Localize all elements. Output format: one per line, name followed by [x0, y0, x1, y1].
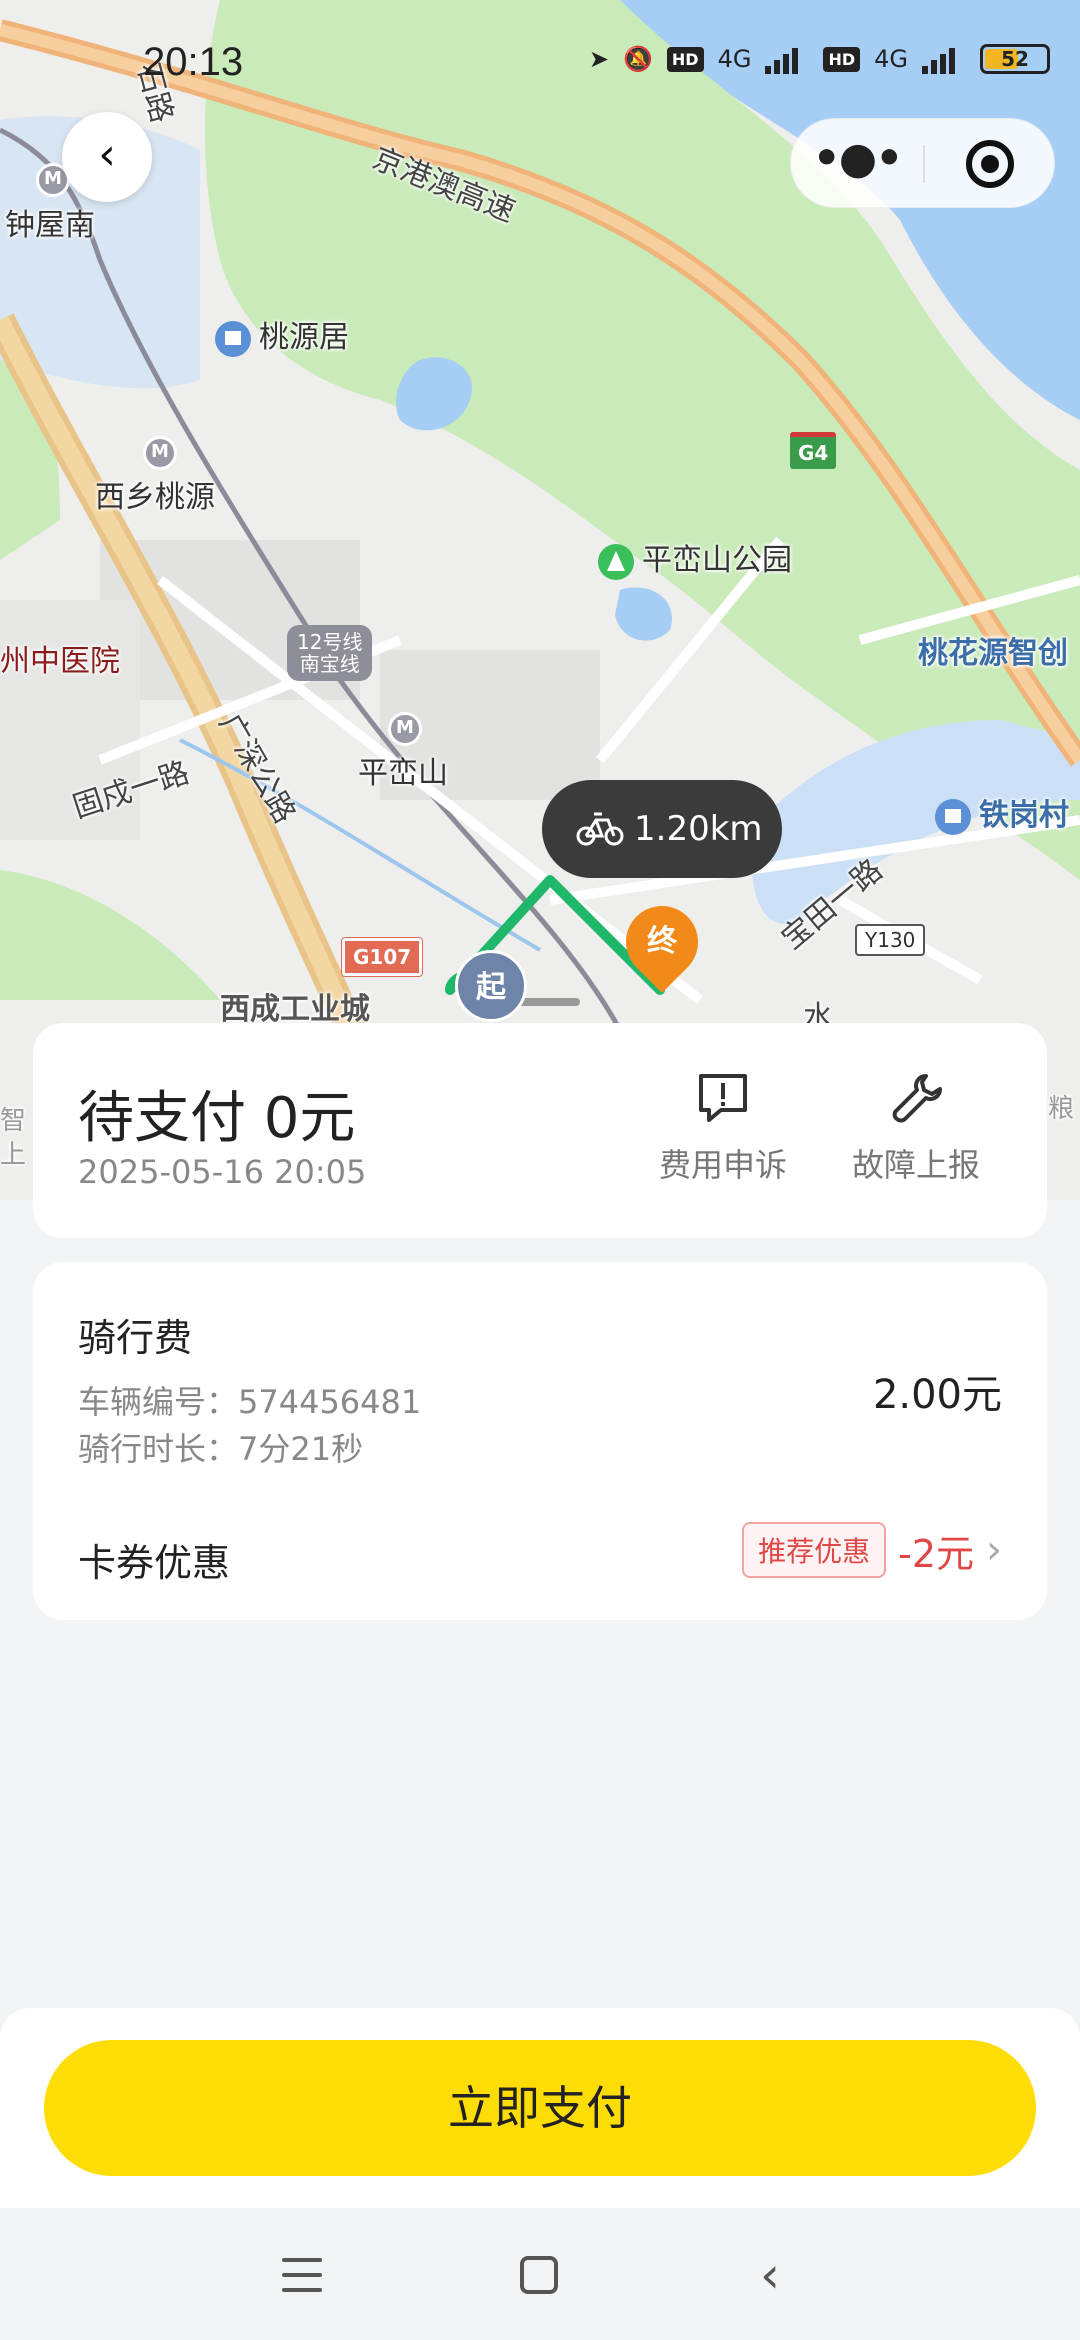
- map-label-xixiangtaoyuan: 西乡桃源: [95, 480, 215, 515]
- pay-now-button[interactable]: 立即支付: [44, 2040, 1036, 2176]
- map-label-taoyuanju: 桃源居: [215, 312, 349, 357]
- start-marker: 起: [455, 950, 527, 1022]
- hd-icon: HD: [666, 46, 704, 72]
- house-icon: [935, 798, 971, 835]
- fee-appeal-button[interactable]: 费用申诉: [653, 1068, 793, 1186]
- status-time: 20:13: [143, 40, 244, 84]
- mini-program-capsule[interactable]: •●•: [790, 118, 1055, 208]
- capsule-divider: [923, 145, 925, 183]
- ride-fee-title: 骑行费: [78, 1316, 193, 1360]
- map-label-edge-left-1: 智: [0, 1106, 27, 1136]
- map-label-edge-left-2: 上: [0, 1140, 27, 1170]
- distance-bubble: 1.20km: [542, 780, 782, 878]
- fault-report-label: 故障上报: [851, 1146, 980, 1184]
- target-icon[interactable]: [966, 140, 1014, 188]
- park-icon: [598, 543, 634, 580]
- ride-duration: 骑行时长：7分21秒: [78, 1430, 364, 1468]
- back-icon[interactable]: ‹: [760, 2246, 780, 2304]
- back-arrow-icon: ‹: [98, 129, 116, 180]
- recommended-discount-badge: 推荐优惠: [742, 1522, 887, 1578]
- alert-message-icon: [699, 1074, 747, 1122]
- vehicle-number: 车辆编号：574456481: [78, 1383, 422, 1421]
- order-date: 2025-05-16 20:05: [78, 1153, 367, 1191]
- bike-icon: [576, 812, 624, 846]
- location-icon: ➤: [588, 45, 610, 73]
- signal-icon: [765, 44, 809, 74]
- mute-icon: 🔕: [623, 45, 653, 73]
- coupon-selector[interactable]: 推荐优惠 -2元 ›: [742, 1522, 1002, 1578]
- road-badge-y130: Y130: [855, 924, 926, 956]
- home-icon[interactable]: [520, 2256, 558, 2294]
- house-icon: [215, 320, 251, 357]
- metro-line-badge: 12号线 南宝线: [287, 625, 373, 681]
- map-label-tiegangcun: 铁岗村: [935, 790, 1069, 835]
- map-label-pingluanshan: 平峦山: [358, 756, 448, 791]
- map-label-zhongwunan: 钟屋南: [5, 208, 95, 243]
- map-label-hospital: 州中医院: [0, 644, 120, 679]
- signal-icon: [922, 44, 966, 74]
- pending-payment-title: 待支付 0元: [78, 1086, 356, 1151]
- wrench-icon: [892, 1074, 942, 1123]
- map-label-taohuayuan: 桃花源智创: [918, 636, 1068, 671]
- payment-summary-card: 待支付 0元 2025-05-16 20:05 费用申诉 故障上报: [33, 1023, 1047, 1238]
- network-type-1: 4G: [717, 45, 752, 73]
- menu-icon[interactable]: [282, 2258, 322, 2294]
- bottom-pay-panel: 立即支付: [0, 2008, 1080, 2208]
- status-bar: 20:13 ➤ 🔕 HD 4G HD 4G 52: [0, 0, 1080, 130]
- highway-badge-g4: G4: [790, 432, 837, 469]
- chevron-right-icon: ›: [986, 1527, 1002, 1573]
- coupon-discount-value: -2元: [898, 1531, 974, 1576]
- fault-report-button[interactable]: 故障上报: [846, 1068, 986, 1186]
- map-label-pingluanshan-park: 平峦山公园: [598, 535, 792, 580]
- hd-icon: HD: [823, 46, 861, 72]
- system-nav-bar: ‹: [0, 2210, 1080, 2340]
- end-marker: 终: [611, 891, 713, 993]
- fee-appeal-label: 费用申诉: [658, 1146, 787, 1184]
- battery-icon: 52: [980, 44, 1050, 74]
- metro-station-icon: [143, 436, 177, 470]
- ride-fee-amount: 2.00元: [872, 1372, 1002, 1418]
- highway-badge-g107: G107: [340, 937, 424, 977]
- more-icon[interactable]: •●•: [791, 119, 923, 209]
- network-type-2: 4G: [874, 45, 908, 73]
- map-label-xicheng: 西成工业城: [220, 992, 370, 1027]
- coupon-title: 卡券优惠: [78, 1541, 231, 1585]
- fee-detail-card: 骑行费 车辆编号：574456481 骑行时长：7分21秒 2.00元 卡券优惠…: [33, 1262, 1047, 1620]
- map-label-edge-right: 粮: [1048, 1094, 1075, 1124]
- metro-station-icon: [388, 712, 422, 746]
- distance-value: 1.20km: [634, 809, 763, 849]
- status-icons: ➤ 🔕 HD 4G HD 4G 52: [589, 44, 1050, 74]
- back-button[interactable]: ‹: [62, 112, 152, 202]
